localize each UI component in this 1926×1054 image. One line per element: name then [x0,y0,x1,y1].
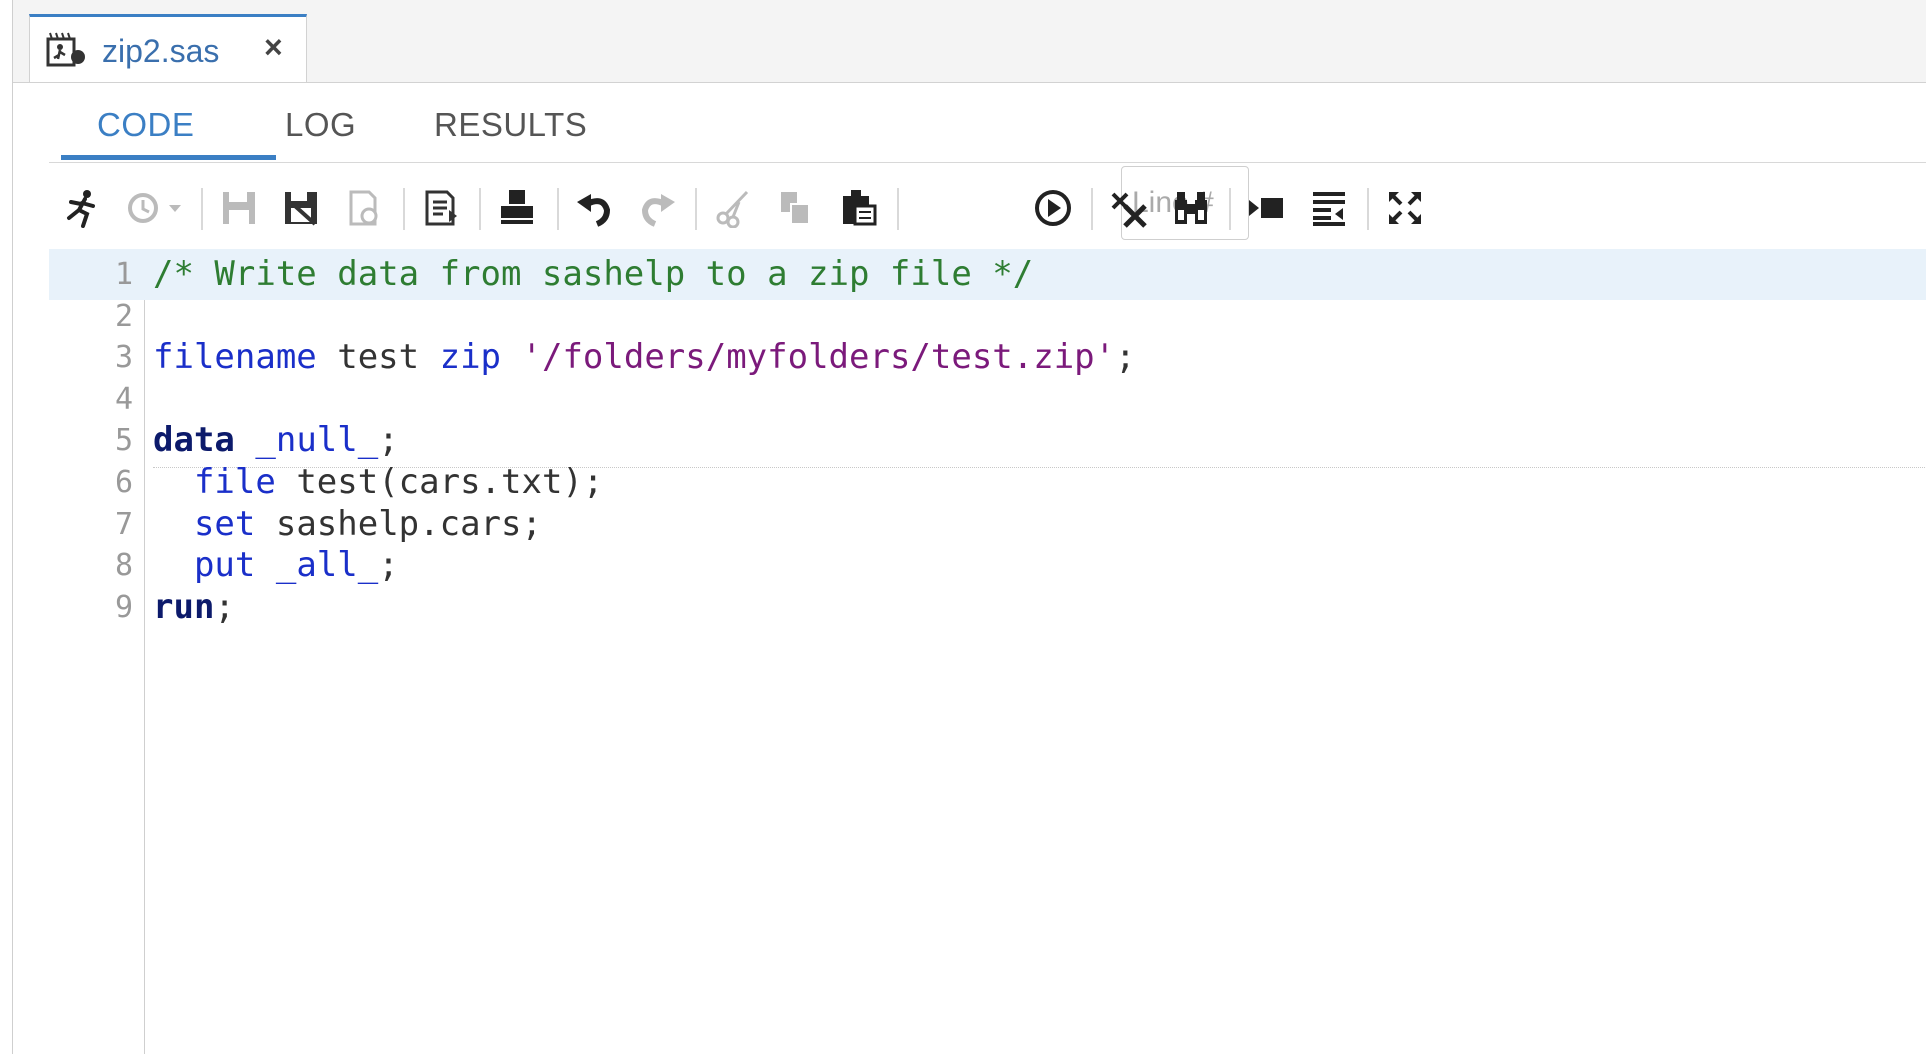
tab-results[interactable]: RESULTS [434,106,587,144]
tab-code[interactable]: CODE [97,106,194,144]
code-token: run [153,587,215,627]
code-token: ; [378,545,399,585]
toolbar-separator [201,188,203,230]
view-tabs: CODE LOG RESULTS [49,82,1926,163]
code-token: _null_ [255,420,379,460]
history-icon[interactable] [121,184,193,232]
format-code-icon[interactable] [1243,184,1291,232]
code-token: /* Write data from sashelp to a zip file… [153,254,1034,294]
code-token: ; [378,420,399,460]
toolbar-separator [1091,188,1093,230]
find-replace-icon[interactable] [1167,184,1215,232]
undo-icon[interactable] [571,184,619,232]
editor-toolbar [49,162,1926,254]
toolbar-separator [479,188,481,230]
tab-log[interactable]: LOG [285,106,356,144]
toolbar-separator [1229,188,1231,230]
sas-studio-code-editor-window: zip2.sas × CODE LOG RESULTS Line # 1 /* … [12,0,1926,1054]
document-tab-strip: zip2.sas × [13,0,1926,83]
document-tab-label: zip2.sas [102,33,220,69]
toolbar-separator [695,188,697,230]
code-token: data [153,420,235,460]
code-token: sashelp.cars; [255,504,542,544]
export-code-icon[interactable] [417,184,465,232]
code-editor[interactable]: 1/* Write data from sashelp to a zip fil… [49,249,1926,1054]
close-tab-icon[interactable]: × [264,29,283,66]
snippets-icon[interactable] [1305,184,1353,232]
active-tab-indicator [61,155,276,160]
open-icon[interactable] [339,184,387,232]
redo-icon[interactable] [633,184,681,232]
code-token: set [193,504,256,544]
code-line[interactable]: 9 run; [49,582,1926,633]
toolbar-separator [557,188,559,230]
document-tab[interactable]: zip2.sas × [29,14,307,82]
code-token: test(cars.txt); [275,462,604,502]
print-icon[interactable] [493,184,541,232]
toolbar-separator [403,188,405,230]
run-icon[interactable] [59,184,107,232]
code-token: file [193,462,276,502]
code-token: ; [214,587,235,627]
code-token: test [316,337,440,377]
cut-icon[interactable] [709,184,757,232]
save-as-icon[interactable] [277,184,325,232]
maximize-icon[interactable] [1381,184,1429,232]
toolbar-separator [897,188,899,230]
sas-program-file-icon [46,31,86,67]
code-token: filename [153,337,317,377]
paste-icon[interactable] [835,184,883,232]
code-token: ; [1115,337,1136,377]
code-token: put [193,545,256,585]
line-number: 9 [114,590,133,625]
toolbar-separator [1367,188,1369,230]
code-text: run; [153,582,235,633]
code-token: zip [439,337,502,377]
code-token: '/folders/myfolders/test.zip' [521,337,1116,377]
clear-icon[interactable] [1105,184,1153,232]
code-token: _all_ [275,545,379,585]
copy-icon[interactable] [771,184,819,232]
save-icon[interactable] [215,184,263,232]
go-to-line-icon[interactable] [1029,184,1077,232]
